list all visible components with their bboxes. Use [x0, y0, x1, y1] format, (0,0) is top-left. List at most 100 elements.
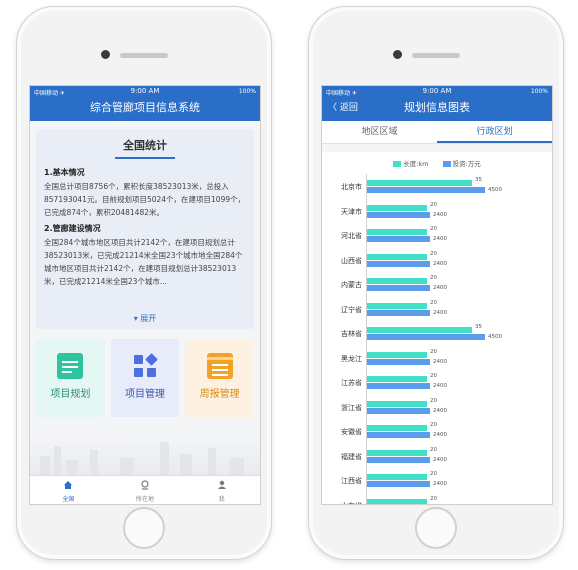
card-title: 全国统计	[115, 137, 175, 159]
tab-location[interactable]: 所在地	[107, 476, 184, 504]
value-label-investment: 4500	[488, 334, 502, 340]
expand-button[interactable]: ▾ 展开	[36, 313, 254, 324]
value-label-investment: 2400	[433, 211, 447, 218]
value-label-investment: 2400	[433, 383, 447, 389]
category-label: 江西省	[341, 477, 362, 485]
home-button[interactable]	[123, 507, 165, 549]
bar-length	[367, 327, 472, 333]
chart-row: 吉林省 35 4500	[322, 323, 552, 345]
bar-investment	[367, 481, 430, 487]
phone-right: 中国移动 ✈ 9:00 AM 100% 〈 返回 规划信息图表 地区区域 行政区…	[308, 6, 564, 560]
bar-investment	[367, 456, 430, 463]
value-label-investment: 2400	[433, 432, 447, 438]
category-label: 内蒙古	[341, 281, 362, 289]
status-bar: 中国移动 ✈ 9:00 AM 100%	[30, 86, 260, 97]
screen-chart: 中国移动 ✈ 9:00 AM 100% 〈 返回 规划信息图表 地区区域 行政区…	[321, 85, 553, 505]
chart-row: 浙江省 20 2400	[322, 397, 552, 419]
bar-length	[367, 474, 427, 480]
category-label: 黑龙江	[341, 354, 362, 363]
value-label-investment: 4500	[488, 187, 502, 193]
value-label-investment: 2400	[433, 407, 447, 414]
tab-label: 全国	[62, 496, 75, 503]
bar-length	[367, 302, 427, 309]
value-label-investment: 2400	[433, 260, 447, 267]
value-label-investment: 2400	[433, 309, 447, 316]
section-heading: 2.管廊建设情况	[44, 224, 101, 233]
clock: 9:00 AM	[130, 87, 160, 95]
tile-label: 项目规划	[50, 389, 91, 400]
bar-investment	[367, 407, 430, 414]
bar-length	[367, 425, 427, 431]
bar-investment	[367, 383, 430, 389]
chart-row: 福建省 20 2400	[322, 446, 552, 468]
screen-home: 中国移动 ✈ 9:00 AM 100% 综合管廊项目信息系统 全国统计 1.基本…	[29, 85, 261, 505]
value-label-length: 20	[430, 446, 437, 453]
value-label-investment: 2400	[433, 456, 447, 463]
battery-label: 100%	[530, 88, 548, 95]
tab-me[interactable]: 我	[183, 476, 260, 504]
app-title: 综合管廊项目信息系统	[30, 97, 260, 121]
bar-length	[367, 400, 427, 407]
value-label-length: 20	[430, 373, 437, 379]
category-label: 江苏省	[341, 379, 362, 387]
value-label-length: 20	[430, 226, 437, 232]
value-label-length: 20	[430, 299, 437, 306]
bar-investment	[367, 260, 430, 267]
category-label: 福建省	[341, 452, 362, 461]
value-label-length: 20	[430, 471, 437, 477]
speaker	[412, 53, 460, 58]
value-label-length: 35	[475, 324, 482, 330]
tab-national[interactable]: 全国	[30, 476, 107, 504]
tile-label: 项目管理	[125, 389, 165, 400]
bar-length	[367, 376, 427, 382]
user-icon	[217, 480, 226, 489]
bar-investment	[367, 211, 430, 218]
back-button[interactable]: 〈 返回	[328, 97, 358, 119]
value-label-length: 35	[475, 177, 482, 183]
section-heading: 1.基本情况	[44, 168, 85, 177]
national-stats-card: 全国统计 1.基本情况 全国总计项目8756个，累积长度38523013米，总投…	[36, 129, 254, 329]
chart-legend: 长度:km 投资:万元	[322, 158, 552, 168]
category-label: 安徽省	[341, 428, 362, 436]
value-label-length: 20	[430, 397, 437, 404]
chart-row: 辽宁省 20 2400	[322, 299, 552, 321]
legend-swatch-investment	[442, 161, 451, 167]
chart-row: 黑龙江 20 2400	[322, 348, 552, 370]
legend-swatch-length	[393, 161, 402, 167]
value-label-length: 20	[430, 250, 437, 257]
tile-project-planning[interactable]: 项目规划	[36, 339, 105, 417]
chart-row: 天津市 20 2400	[322, 201, 552, 223]
tab-region[interactable]: 地区区域	[322, 121, 437, 143]
value-label-length: 20	[430, 275, 437, 281]
tile-label: 周报管理	[199, 389, 240, 400]
tile-weekly-report[interactable]: 周报管理	[185, 339, 255, 417]
home-button[interactable]	[415, 507, 457, 549]
category-label: 辽宁省	[341, 305, 362, 314]
bar-length	[367, 180, 472, 186]
bar-length	[367, 498, 427, 504]
chart-row: 河北省 20 2400	[322, 225, 552, 247]
value-label-investment: 2400	[433, 358, 447, 365]
tab-label: 所在地	[136, 496, 155, 503]
value-label-investment: 2400	[433, 285, 447, 291]
legend-investment: 投资:万元	[452, 160, 481, 168]
bar-investment	[367, 187, 485, 193]
tab-administrative[interactable]: 行政区划	[437, 121, 552, 143]
category-label: 山西省	[341, 256, 362, 265]
bar-length	[367, 278, 427, 284]
bar-investment	[367, 432, 430, 438]
bar-length	[367, 253, 427, 260]
page-title: 规划信息图表	[404, 101, 470, 114]
bar-investment	[367, 334, 485, 340]
clipboard-icon	[57, 353, 84, 379]
tile-project-management[interactable]: 项目管理	[110, 339, 180, 417]
value-label-length: 20	[430, 348, 437, 355]
bar-length	[367, 204, 427, 211]
chart-row: 江西省 20 2400	[322, 470, 552, 492]
chart-row: 安徽省 20 2400	[322, 421, 552, 443]
segment-tabs: 地区区域 行政区划	[322, 121, 552, 144]
category-label: 浙江省	[341, 403, 362, 412]
function-tiles: 项目规划 项目管理 周报管理	[36, 339, 255, 417]
section-text: 全国总计项目8756个，累积长度38523013米，总投入857193041元。…	[44, 182, 246, 217]
category-label: 河北省	[341, 232, 362, 240]
